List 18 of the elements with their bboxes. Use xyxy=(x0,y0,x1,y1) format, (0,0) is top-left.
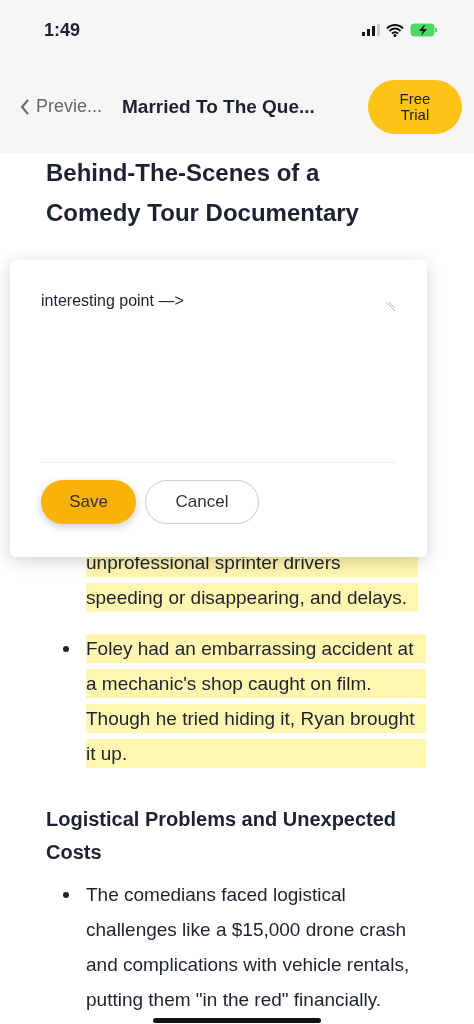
cancel-button[interactable]: Cancel xyxy=(145,480,259,524)
highlighted-text: Foley had an embarrassing accident at a mechanic's shop caught on film. Though he tried hiding it, Ryan brought it up. xyxy=(86,631,426,771)
bullet-icon xyxy=(63,646,69,652)
note-field[interactable]: interesting point —> xyxy=(41,290,396,463)
status-time: 1:49 xyxy=(44,19,81,41)
save-button[interactable]: Save xyxy=(41,480,136,524)
wifi-icon xyxy=(386,23,404,37)
free-trial-button[interactable]: Free Trial xyxy=(368,79,462,134)
bullet-icon xyxy=(63,892,69,898)
signal-icon xyxy=(362,24,380,36)
back-link[interactable]: Previe... xyxy=(20,96,103,117)
resize-handle-icon[interactable] xyxy=(384,300,396,312)
section-heading: Logistical Problems and Unexpected Costs xyxy=(46,807,398,865)
body-text: The comedians faced logistical challenges like a $15,000 drone crash and complications with vehicle rentals, putting them "in the red" financially. xyxy=(86,883,411,1012)
nav-title: Married To The Que... xyxy=(122,95,316,118)
article-title: Behind-The-Scenes of a Comedy Tour Documentary xyxy=(46,158,360,228)
battery-icon xyxy=(410,23,438,37)
back-chevron-icon xyxy=(20,97,30,116)
